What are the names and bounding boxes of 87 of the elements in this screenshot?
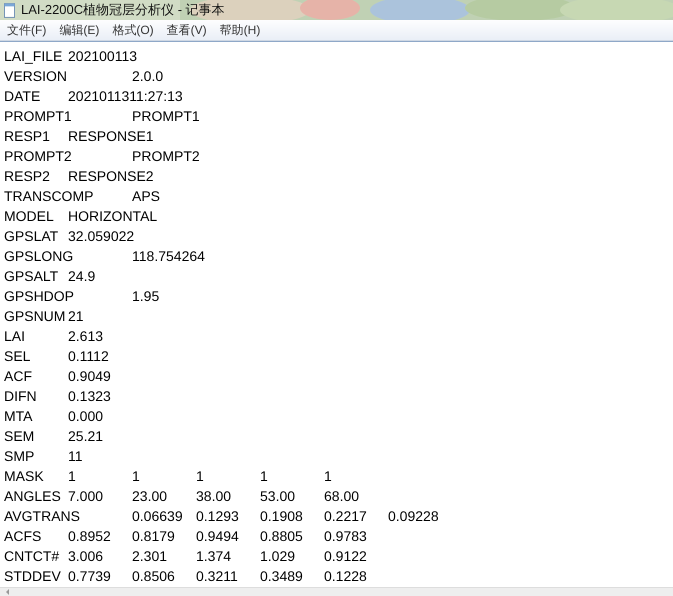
text-field-value: GPSLAT: [4, 228, 58, 244]
left-arrow-icon[interactable]: [5, 589, 10, 595]
text-field-value: 2021011311:27:13: [68, 88, 183, 104]
menu-item[interactable]: 文件(F): [2, 20, 52, 40]
text-field-value: 0.000: [68, 408, 104, 424]
text-field-value: 25.21: [68, 428, 104, 444]
text-field-value: CNTCT#: [4, 548, 60, 564]
text-field-value: LAI_FILE: [4, 48, 62, 64]
text-field-value: LAI: [4, 328, 26, 344]
text-field-value: 1: [260, 468, 268, 484]
text-field-value: 3.006: [68, 548, 104, 564]
text-field-value: PROMPT2: [132, 148, 200, 164]
text-field-value: 0.9049: [68, 368, 111, 384]
menu-item[interactable]: 编辑(E): [54, 20, 104, 40]
text-field-value: 2.0.0: [132, 68, 164, 84]
text-field-value: ACF: [4, 368, 32, 384]
text-field-value: 23.00: [132, 488, 168, 504]
text-field-value: HORIZONTAL: [68, 208, 158, 224]
text-field-value: MASK: [4, 468, 44, 484]
text-field-value: RESP1: [4, 128, 50, 144]
text-field-value: 0.7739: [68, 568, 111, 584]
text-field-value: 2.613: [68, 328, 104, 344]
text-field-value: PROMPT1: [4, 108, 72, 124]
text-field-value: PROMPT2: [4, 148, 72, 164]
text-field-value: AVGTRANS: [4, 508, 80, 524]
text-field-value: 2.301: [132, 548, 168, 564]
text-field-value: 0.8952: [68, 528, 111, 544]
text-field-value: RESPONSE2: [68, 168, 154, 184]
notepad-icon: [4, 2, 15, 18]
text-field-value: 0.9494: [196, 528, 239, 544]
text-field-value: 1: [324, 468, 332, 484]
text-field-value: STDDEV: [4, 568, 61, 584]
menu-item[interactable]: 帮助(H): [214, 20, 266, 40]
text-field-value: 1.374: [196, 548, 232, 564]
text-field-value: 0.09228: [388, 508, 439, 524]
horizontal-scrollbar[interactable]: [0, 587, 673, 596]
text-field-value: APS: [132, 188, 160, 204]
text-field-value: 0.3211: [196, 568, 238, 584]
text-field-value: 0.8805: [260, 528, 303, 544]
text-field-value: 118.754264: [132, 248, 205, 264]
text-field-value: SEL: [4, 348, 30, 364]
text-field-value: VERSION: [4, 68, 68, 84]
text-field-value: 1.95: [132, 288, 160, 304]
text-field-value: SMP: [4, 448, 34, 464]
text-field-value: PROMPT1: [132, 108, 200, 124]
text-field-value: 53.00: [260, 488, 296, 504]
menu-item[interactable]: 格式(O): [107, 20, 159, 40]
text-field-value: 0.1228: [324, 568, 367, 584]
text-field-value: 0.9783: [324, 528, 367, 544]
text-field-value: 38.00: [196, 488, 232, 504]
text-field-value: DATE: [4, 88, 40, 104]
text-field-value: 7.000: [68, 488, 104, 504]
text-field-value: 0.1908: [260, 508, 303, 524]
text-field-value: ANGLES: [4, 488, 61, 504]
text-field-value: 0.8179: [132, 528, 175, 544]
text-field-value: 0.2217: [324, 508, 367, 524]
text-field-value: 0.9122: [324, 548, 367, 564]
text-field-value: 0.1112: [68, 348, 109, 364]
menu-item[interactable]: 查看(V): [162, 20, 212, 40]
text-field-value: 0.8506: [132, 568, 175, 584]
text-field-value: 32.059022: [68, 228, 134, 244]
text-field-value: GPSLONG: [4, 248, 74, 264]
text-field-value: RESP2: [4, 168, 50, 184]
text-field-value: MTA: [4, 408, 33, 424]
text-field-value: 0.3489: [260, 568, 303, 584]
text-field-value: 202100113: [68, 48, 138, 64]
text-field-value: 11: [68, 448, 83, 464]
window-title: LAI-2200C植物冠层分析仪 - 记事本: [21, 1, 225, 19]
text-field-value: MODEL: [4, 208, 54, 224]
text-field-value: 24.9: [68, 268, 96, 284]
text-field-value: 1: [68, 468, 76, 484]
text-field-value: 68.00: [324, 488, 360, 504]
text-field-value: SEM: [4, 428, 34, 444]
text-field-value: GPSALT: [4, 268, 58, 284]
text-field-value: ACFS: [4, 528, 42, 544]
text-field-value: GPSHDOP: [4, 288, 74, 304]
text-field-value: 21: [68, 308, 84, 324]
text-field-value: DIFN: [4, 388, 37, 404]
text-field-value: RESPONSE1: [68, 128, 154, 144]
text-field-value: 0.06639: [132, 508, 183, 524]
text-field-value: 1: [132, 468, 140, 484]
text-field-value: 1.029: [260, 548, 296, 564]
text-field-value: 1: [196, 468, 204, 484]
text-field-value: 0.1323: [68, 388, 111, 404]
text-field-value: 0.1293: [196, 508, 239, 524]
text-field-value: TRANSCOMP: [4, 188, 94, 204]
text-field-value: GPSNUM: [4, 308, 66, 324]
